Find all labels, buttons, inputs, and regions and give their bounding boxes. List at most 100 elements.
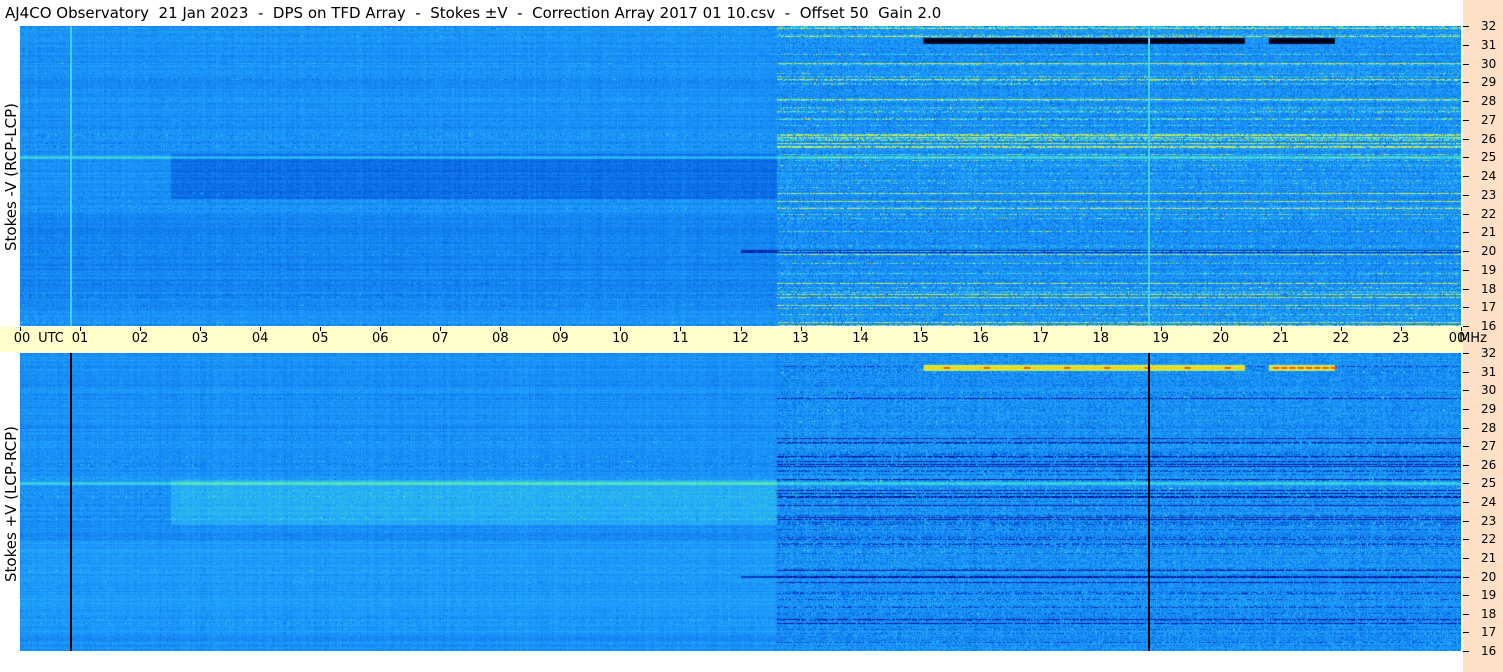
bottom-spectrogram-panel — [20, 353, 1461, 651]
mhz-tick-mark — [1463, 446, 1469, 448]
mhz-tick-mark — [1463, 427, 1469, 429]
utc-tick-label: 08 — [492, 331, 509, 346]
utc-tick-mark — [560, 327, 562, 331]
utc-tick-mark — [1400, 327, 1402, 331]
mhz-tick-label: 22 — [1481, 532, 1497, 547]
mhz-tick-mark — [1463, 157, 1469, 159]
mhz-tick-label: 18 — [1481, 281, 1497, 296]
utc-tick-label: 06 — [371, 331, 389, 346]
utc-marker-line — [69, 353, 72, 651]
mhz-tick-label: 23 — [1481, 187, 1497, 202]
mhz-tick-mark — [1463, 595, 1469, 597]
mhz-tick-label: 31 — [1481, 37, 1497, 52]
mhz-tick-mark — [1463, 138, 1469, 140]
mhz-tick-mark — [1463, 371, 1469, 373]
utc-tick-label: 01 — [71, 331, 89, 346]
mhz-tick-label: 29 — [1481, 75, 1497, 90]
top-panel-ylabel: Stokes -V (RCP-LCP) — [2, 103, 20, 251]
mhz-tick-label: 16 — [1481, 319, 1497, 333]
utc-tick-mark — [800, 327, 802, 331]
mhz-tick-mark — [1463, 194, 1469, 196]
mhz-tick-label: 28 — [1481, 94, 1497, 108]
utc-tick-label: 10 — [612, 331, 629, 346]
top-spectrogram-image — [20, 26, 1461, 326]
utc-tick-label: 12 — [732, 331, 749, 346]
mhz-unit-label: MHz — [1459, 331, 1487, 346]
mhz-tick-mark — [1463, 408, 1469, 410]
mhz-tick-label: 26 — [1481, 131, 1497, 146]
mhz-tick-mark — [1463, 576, 1469, 578]
utc-tick-label: 20 — [1212, 331, 1230, 346]
utc-marker-line — [1147, 26, 1150, 326]
mhz-tick-mark — [1463, 520, 1469, 522]
mhz-tick-mark — [1463, 613, 1469, 615]
utc-tick-label: 04 — [251, 331, 269, 346]
utc-tick-mark — [1340, 327, 1342, 331]
mhz-tick-label: 27 — [1481, 112, 1497, 127]
utc-tick-mark — [680, 327, 682, 331]
mhz-tick-label: 24 — [1481, 495, 1497, 509]
mhz-tick-mark — [1463, 539, 1469, 541]
mhz-tick-label: 17 — [1481, 625, 1497, 640]
utc-tick-label: 22 — [1332, 331, 1350, 346]
utc-tick-mark — [1100, 327, 1102, 331]
utc-tick-mark — [1160, 327, 1162, 331]
utc-tick-label: 23 — [1392, 331, 1410, 346]
utc-tick-mark — [200, 327, 202, 331]
mhz-tick-label: 19 — [1481, 588, 1497, 603]
utc-tick-mark — [920, 327, 922, 331]
utc-tick-label: 19 — [1152, 331, 1170, 346]
mhz-tick-label: 26 — [1481, 457, 1497, 472]
mhz-tick-mark — [1463, 63, 1469, 65]
mhz-tick-label: 25 — [1481, 150, 1497, 165]
mhz-tick-mark — [1463, 307, 1469, 309]
mhz-tick-mark — [1463, 288, 1469, 290]
mhz-tick-label: 19 — [1481, 262, 1497, 277]
mhz-tick-mark — [1463, 269, 1469, 271]
mhz-tick-mark — [1463, 176, 1469, 177]
mhz-tick-label: 21 — [1481, 225, 1497, 240]
utc-tick-label: 13 — [792, 331, 809, 346]
mhz-tick-mark — [1463, 326, 1469, 327]
mhz-tick-label: 29 — [1481, 401, 1497, 416]
mhz-tick-mark — [1463, 213, 1469, 215]
mhz-tick-mark — [1463, 232, 1469, 234]
utc-marker-line — [69, 26, 72, 326]
top-spectrogram-panel — [20, 26, 1461, 326]
mhz-tick-label: 22 — [1481, 206, 1497, 221]
utc-tick-label: 11 — [672, 331, 689, 346]
mhz-tick-label: 18 — [1481, 606, 1497, 621]
utc-tick-label: 03 — [191, 331, 209, 346]
utc-tick-label: 17 — [1032, 331, 1049, 346]
mhz-tick-mark — [1463, 651, 1469, 652]
chart-title: AJ4CO Observatory 21 Jan 2023 - DPS on T… — [5, 4, 942, 22]
utc-tick-mark — [320, 327, 322, 331]
utc-tick-mark — [80, 327, 82, 331]
utc-tick-label: 02 — [131, 331, 149, 346]
mhz-tick-mark — [1463, 483, 1469, 485]
mhz-tick-label: 28 — [1481, 420, 1497, 435]
utc-tick-mark — [980, 327, 982, 331]
utc-tick-mark — [1040, 327, 1042, 331]
utc-tick-mark — [20, 327, 21, 331]
mhz-tick-mark — [1463, 44, 1469, 46]
mhz-tick-mark — [1463, 390, 1469, 392]
mhz-tick-label: 20 — [1481, 569, 1497, 584]
utc-tick-mark — [260, 327, 262, 331]
mhz-tick-label: 27 — [1481, 439, 1497, 454]
utc-tick-label: 09 — [552, 331, 569, 346]
utc-tick-label: 14 — [852, 331, 869, 346]
mhz-tick-mark — [1463, 82, 1469, 84]
utc-tick-mark — [1220, 327, 1222, 331]
utc-tick-mark — [440, 327, 442, 331]
mhz-tick-mark — [1463, 464, 1469, 466]
utc-tick-mark — [1280, 327, 1282, 331]
mhz-tick-label: 16 — [1481, 644, 1497, 658]
mhz-tick-label: 25 — [1481, 476, 1497, 491]
mhz-tick-label: 24 — [1481, 169, 1497, 183]
mhz-tick-label: 32 — [1481, 19, 1497, 33]
mhz-tick-mark — [1463, 101, 1469, 102]
mhz-tick-label: 30 — [1481, 383, 1497, 398]
utc-tick-label: 15 — [912, 331, 929, 346]
mhz-tick-label: 21 — [1481, 550, 1497, 565]
